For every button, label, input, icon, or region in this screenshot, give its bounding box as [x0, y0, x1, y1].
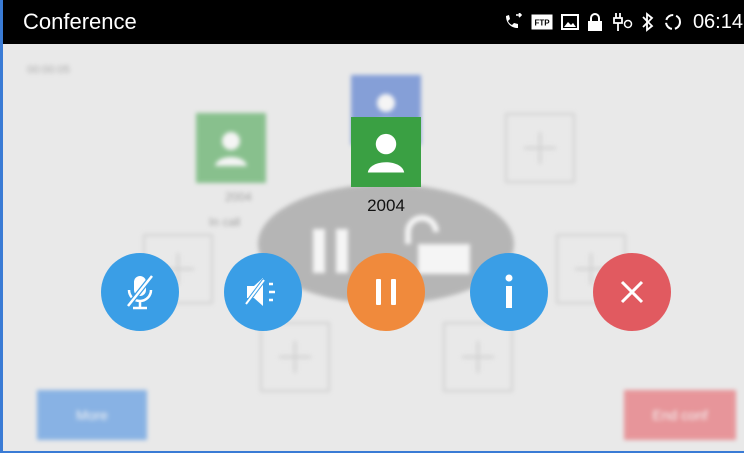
participant-number-blurred: 2004 [225, 190, 252, 204]
plus-icon [462, 341, 494, 373]
conference-screen: Conference FTP 06:14 00:00:05 2004 In ca… [0, 0, 744, 453]
image-icon [560, 12, 579, 32]
more-button[interactable]: More [37, 390, 147, 440]
hold-button[interactable] [347, 253, 425, 331]
bluetooth-icon [641, 12, 655, 32]
mute-microphone-button[interactable] [101, 253, 179, 331]
add-participant-slot[interactable] [505, 113, 575, 183]
pause-icon [376, 279, 396, 305]
add-participant-slot[interactable] [260, 322, 330, 392]
conference-background: 00:00:05 2004 In call More End conf [3, 44, 744, 451]
participant-avatar-blurred [196, 113, 266, 183]
person-icon [367, 133, 405, 173]
sync-icon [663, 12, 683, 32]
end-conf-button[interactable]: End conf [624, 390, 736, 440]
info-icon [505, 274, 513, 308]
mic-off-icon [126, 274, 154, 310]
lock-icon [587, 12, 603, 32]
add-participant-slot[interactable] [443, 322, 513, 392]
status-icons: FTP 06:14 [503, 10, 743, 34]
end-call-button[interactable] [593, 253, 671, 331]
ftp-icon: FTP [531, 12, 553, 32]
participant-status-blurred: In call [209, 215, 241, 229]
plus-icon [524, 132, 556, 164]
plus-icon [279, 341, 311, 373]
member-name: 2004 [367, 196, 405, 215]
call-timer: 00:00:05 [27, 64, 70, 76]
close-icon [620, 280, 644, 304]
member-avatar[interactable] [351, 117, 421, 187]
status-bar: Conference FTP 06:14 [3, 0, 744, 44]
speaker-mute-icon [244, 278, 275, 306]
call-forward-icon [503, 12, 523, 32]
app-title: Conference [23, 9, 137, 34]
usb-debug-icon [611, 12, 633, 32]
svg-text:FTP: FTP [534, 19, 550, 28]
status-clock: 06:14 [692, 10, 743, 33]
mute-speaker-button[interactable] [224, 253, 302, 331]
info-button[interactable] [470, 253, 548, 331]
